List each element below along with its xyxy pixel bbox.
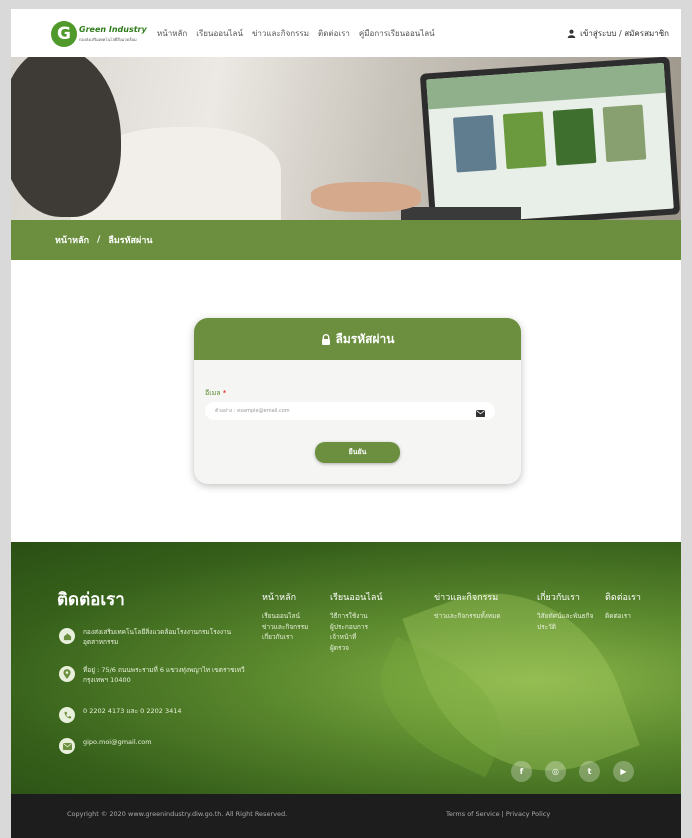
copyright-bar: Copyright © 2020 www.greenindustry.diw.g… [11,794,681,838]
breadcrumb-home[interactable]: หน้าหลัก [55,233,89,247]
nav-news-activities[interactable]: ข่าวและกิจกรรม [252,27,309,40]
footer-link[interactable]: วิสัยทัศน์และพันธกิจ [537,611,597,622]
footer-col-online: เรียนออนไลน์ วิธีการใช้งาน ผู้ประกอบการ … [330,590,410,654]
footer-link[interactable]: ผู้ตรวจ [330,643,410,654]
page: G Green Industry กองส่งเสริมเทคโนโลยีสิ่… [11,9,681,838]
footer-link[interactable]: เกี่ยวกับเรา [262,632,320,643]
footer-link[interactable]: ข่าวและกิจกรรม [262,622,320,633]
forgot-password-card: ลืมรหัสผ่าน อีเมล * ยืนยัน [194,318,521,484]
location-icon [59,666,75,682]
phone-icon [59,707,75,723]
social-links: f ◎ t ▶ [511,761,634,782]
login-register-label: เข้าสู่ระบบ / สมัครสมาชิก [580,29,669,38]
instagram-icon[interactable]: ◎ [545,761,566,782]
card-title: ลืมรหัสผ่าน [335,331,395,346]
email-icon [59,738,75,754]
logo-title: Green Industry [79,25,147,34]
hero-laptop-image [419,57,681,220]
envelope-icon [476,402,485,421]
terms-privacy-links[interactable]: Terms of Service | Privacy Policy [446,810,550,818]
footer: ติดต่อเรา กองส่งเสริมเทคโนโลยีสิ่งแวดล้อ… [11,542,681,794]
breadcrumb-current: ลืมรหัสผ่าน [108,236,153,246]
confirm-button[interactable]: ยืนยัน [315,442,400,463]
breadcrumb-separator: / [97,235,101,245]
contact-address: ที่อยู่ : 75/6 ถนนพระรามที่ 6 แขวงทุ่งพญ… [59,666,259,686]
hero-banner [11,57,681,220]
breadcrumb: หน้าหลัก / ลืมรหัสผ่าน [11,220,681,260]
footer-link[interactable]: ติดต่อเรา [605,611,665,622]
contact-phone: 0 2202 4173 และ 0 2202 3414 [59,707,259,723]
footer-link[interactable]: เรียนออนไลน์ [262,611,320,622]
footer-col-contact: ติดต่อเรา ติดต่อเรา [605,590,665,622]
card-header: ลืมรหัสผ่าน [194,318,521,360]
email-label: อีเมล * [205,389,227,397]
user-icon [567,29,576,38]
nav-manual[interactable]: คู่มือการเรียนออนไลน์ [359,27,435,40]
lock-icon [321,330,331,349]
home-icon [59,628,75,644]
nav-online-learning[interactable]: เรียนออนไลน์ [196,27,243,40]
logo-mark: G [51,21,77,47]
twitter-icon[interactable]: t [579,761,600,782]
contact-title: ติดต่อเรา [57,590,125,610]
footer-link[interactable]: ประวัติ [537,622,597,633]
footer-link[interactable]: เจ้าหน้าที่ [330,632,410,643]
login-register-link[interactable]: เข้าสู่ระบบ / สมัครสมาชิก [567,27,669,40]
required-mark: * [222,389,227,397]
email-field-wrapper [205,402,495,420]
footer-link[interactable]: วิธีการใช้งาน [330,611,410,622]
footer-col-news: ข่าวและกิจกรรม ข่าวและกิจกรรมทั้งหมด [434,590,534,622]
youtube-icon[interactable]: ▶ [613,761,634,782]
footer-link[interactable]: ผู้ประกอบการ [330,622,410,633]
footer-col-about: เกี่ยวกับเรา วิสัยทัศน์และพันธกิจ ประวัต… [537,590,597,632]
top-navbar: G Green Industry กองส่งเสริมเทคโนโลยีสิ่… [11,9,681,57]
footer-link[interactable]: ข่าวและกิจกรรมทั้งหมด [434,611,534,622]
copyright-text: Copyright © 2020 www.greenindustry.diw.g… [67,810,288,818]
logo[interactable]: G Green Industry กองส่งเสริมเทคโนโลยีสิ่… [51,21,149,47]
logo-subtitle: กองส่งเสริมเทคโนโลยีสิ่งแวดล้อม [79,37,137,42]
facebook-icon[interactable]: f [511,761,532,782]
contact-email: gipo.moi@gmail.com [59,738,259,754]
nav-contact[interactable]: ติดต่อเรา [318,27,350,40]
contact-address-org: กองส่งเสริมเทคโนโลยีสิ่งแวดล้อมโรงงานกรม… [59,628,259,648]
email-input[interactable] [215,408,476,414]
nav-home[interactable]: หน้าหลัก [157,27,187,40]
main-nav: หน้าหลัก เรียนออนไลน์ ข่าวและกิจกรรม ติด… [157,27,435,40]
footer-col-home: หน้าหลัก เรียนออนไลน์ ข่าวและกิจกรรม เกี… [262,590,320,643]
